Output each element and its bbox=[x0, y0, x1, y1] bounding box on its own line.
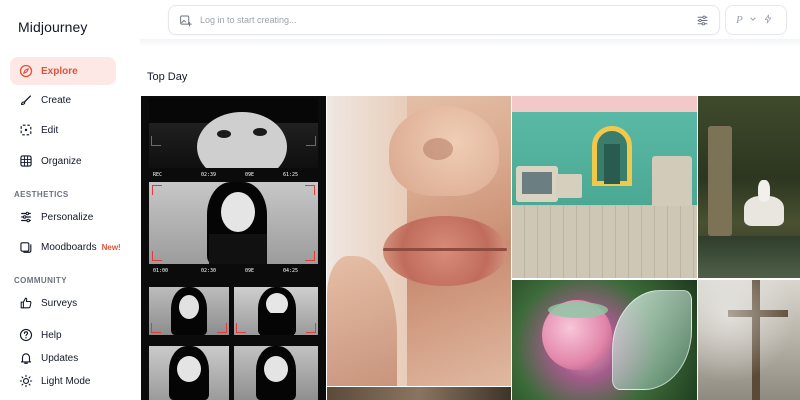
grid-icon bbox=[18, 154, 33, 169]
iso-label: 09E bbox=[245, 268, 255, 274]
sidebar-item-label: Light Mode bbox=[41, 375, 91, 387]
brand-logo[interactable]: Midjourney bbox=[18, 19, 87, 35]
new-badge: New! bbox=[101, 242, 121, 252]
thumbs-up-icon bbox=[18, 296, 33, 311]
sidebar-item-label: Organize bbox=[41, 155, 82, 167]
mode-label: P bbox=[736, 14, 743, 26]
photostrip-frame bbox=[149, 182, 318, 264]
sidebar-item-label: Moodboards bbox=[41, 241, 97, 253]
help-icon bbox=[18, 328, 33, 343]
battery-label: 04:25 bbox=[283, 268, 299, 274]
moodboard-icon bbox=[18, 240, 33, 255]
battery-label: 61:25 bbox=[283, 172, 299, 178]
photostrip-frame bbox=[149, 346, 229, 400]
sidebar: Midjourney Explore Create Edit Organize … bbox=[0, 0, 130, 400]
sidebar-item-light-mode[interactable]: Light Mode bbox=[10, 367, 116, 395]
chevron-down-icon bbox=[749, 15, 757, 26]
sidebar-item-label: Help bbox=[41, 329, 62, 341]
time-label: 01:00 bbox=[153, 268, 169, 274]
sidebar-item-explore[interactable]: Explore bbox=[10, 57, 116, 85]
gallery-image-window-cross[interactable] bbox=[698, 280, 800, 400]
page-title: Top Day bbox=[147, 71, 188, 83]
time-label: 02:39 bbox=[201, 172, 217, 178]
sidebar-item-organize[interactable]: Organize bbox=[10, 147, 116, 175]
sidebar-item-moodboards[interactable]: Moodboards New! bbox=[10, 233, 128, 261]
brush-icon bbox=[18, 93, 33, 108]
gallery-image-partial[interactable] bbox=[327, 387, 511, 400]
gallery-image-face-closeup[interactable] bbox=[327, 96, 511, 386]
gallery-image-photostrip[interactable]: REC 02:39 09E 61:25 01:00 02:30 09E 04:2… bbox=[141, 96, 326, 400]
sidebar-item-label: Create bbox=[41, 94, 72, 106]
sidebar-item-surveys[interactable]: Surveys bbox=[10, 289, 116, 317]
sidebar-item-label: Edit bbox=[41, 124, 59, 136]
gallery-image-retro-corridor[interactable] bbox=[512, 96, 697, 278]
sun-icon bbox=[18, 374, 33, 389]
sidebar-item-label: Surveys bbox=[41, 297, 78, 309]
bell-icon bbox=[18, 351, 33, 366]
lightning-icon[interactable] bbox=[763, 14, 773, 27]
gallery-image-fairy[interactable] bbox=[512, 280, 697, 400]
sidebar-item-label: Updates bbox=[41, 352, 79, 364]
sidebar-item-label: Explore bbox=[41, 65, 78, 77]
edit-icon bbox=[18, 123, 33, 138]
sidebar-item-label: Personalize bbox=[41, 211, 94, 223]
photostrip-frame bbox=[149, 287, 229, 335]
mode-selector[interactable]: P bbox=[725, 5, 787, 35]
time-label: 02:30 bbox=[201, 268, 217, 274]
topbar-divider bbox=[140, 39, 800, 47]
add-image-icon[interactable] bbox=[179, 14, 192, 27]
settings-sliders-icon[interactable] bbox=[696, 14, 709, 32]
prompt-input[interactable] bbox=[200, 15, 670, 25]
prompt-bar[interactable] bbox=[168, 5, 720, 35]
section-label-community: COMMUNITY bbox=[14, 276, 67, 285]
iso-label: 09E bbox=[245, 172, 255, 178]
photostrip-frame bbox=[234, 287, 318, 335]
section-label-aesthetics: AESTHETICS bbox=[14, 190, 69, 199]
rec-label: REC bbox=[153, 172, 163, 178]
sidebar-item-personalize[interactable]: Personalize bbox=[10, 203, 116, 231]
gallery-image-forest-horse[interactable] bbox=[698, 96, 800, 278]
sidebar-item-create[interactable]: Create bbox=[10, 86, 116, 114]
compass-icon bbox=[18, 64, 33, 79]
photostrip-frame bbox=[149, 98, 318, 168]
sidebar-item-edit[interactable]: Edit bbox=[10, 116, 116, 144]
photostrip-frame bbox=[234, 346, 318, 400]
sliders-icon bbox=[18, 210, 33, 225]
